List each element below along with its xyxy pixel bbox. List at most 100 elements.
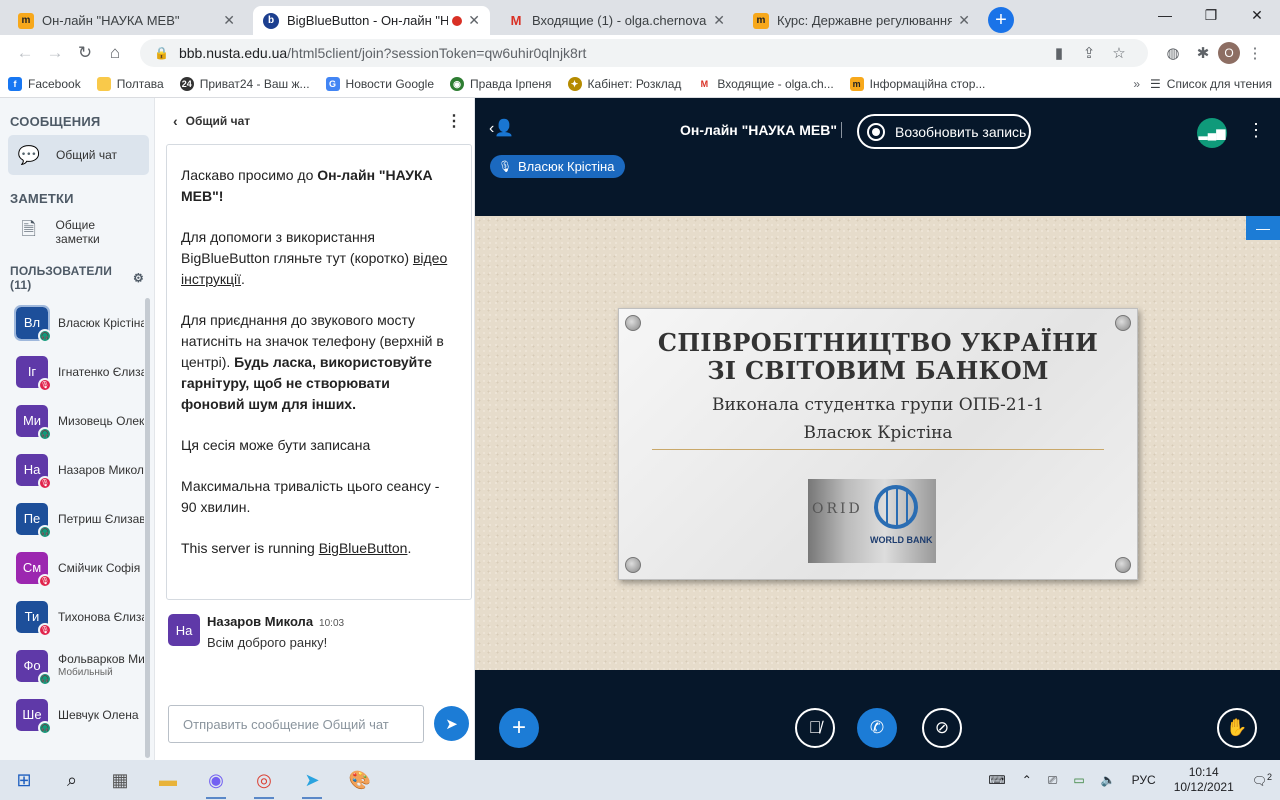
bookmark-star-icon[interactable]: ☆ <box>1104 44 1134 62</box>
phone-icon: ✆ <box>869 718 885 737</box>
user-list-item[interactable]: Ше 🎧 Шевчук Олена <box>0 690 150 739</box>
camera-icon[interactable]: ▮ <box>1044 44 1074 62</box>
avatar: Вл 🎧 <box>14 304 52 343</box>
raise-hand-button[interactable]: ✋ <box>1217 708 1257 748</box>
bookmark-item[interactable]: f Facebook <box>8 77 81 91</box>
windows-start-icon[interactable]: ⊞ <box>0 760 48 800</box>
public-chat-item[interactable]: 💬 Общий чат <box>8 135 149 175</box>
close-tab-icon[interactable]: ✕ <box>468 12 480 29</box>
browser-tab[interactable]: m Он-лайн "НАУКА МЕВ" ✕ <box>8 6 245 35</box>
avatar: Пе 🎧 <box>16 502 52 539</box>
keyboard-icon[interactable]: ⌨ <box>988 773 1005 787</box>
bookmark-item[interactable]: m Інформаційна стор... <box>849 77 985 91</box>
eye-icon: ◉ <box>450 77 465 91</box>
meeting-title: Он-лайн "НАУКА МЕВ" <box>680 122 837 138</box>
chat-options-icon[interactable]: ⋮ <box>446 111 462 131</box>
users-section-title: ПОЛЬЗОВАТЕЛИ (11) ⚙ <box>10 264 144 292</box>
leave-audio-button[interactable]: ✆ <box>857 708 897 748</box>
bookmarks-more-icon[interactable]: » <box>1133 77 1140 91</box>
bookmark-item[interactable]: 24 Приват24 - Ваш ж... <box>179 77 310 91</box>
talking-indicator[interactable]: 🎙 Власюк Крістіна <box>490 155 626 178</box>
device-icon[interactable]: ⎚ <box>1048 773 1058 788</box>
language-indicator[interactable]: РУС <box>1132 773 1156 787</box>
bookmark-item[interactable]: M Входящие - olga.ch... <box>697 77 834 91</box>
resume-recording-button[interactable]: Возобновить запись <box>857 114 1031 149</box>
reading-list-button[interactable]: ☰ Список для чтения <box>1150 77 1272 91</box>
gmail-icon: M <box>510 13 522 28</box>
telegram-icon[interactable]: ➤ <box>288 760 336 800</box>
close-tab-icon[interactable]: ✕ <box>223 12 235 29</box>
send-icon: ➤ <box>445 715 458 733</box>
notifications-icon[interactable]: 🗨2 <box>1252 772 1272 788</box>
screw-decoration <box>625 557 641 573</box>
minimize-window-icon[interactable]: — <box>1142 0 1188 30</box>
paint-icon[interactable]: 🎨 <box>336 760 384 800</box>
chat-message: На Назаров Микола 10:03 Всім доброго ранк… <box>168 614 474 650</box>
user-list-item[interactable]: На 🎙 Назаров Микола <box>0 445 150 494</box>
connection-status-icon[interactable]: ▂▄▆ <box>1197 118 1227 148</box>
chat-message-input[interactable]: Отправить сообщение Общий чат <box>168 705 424 743</box>
slide-title: СПІВРОБІТНИЦТВО УКРАЇНИ ЗІ СВІТОВИМ БАНК… <box>657 328 1099 385</box>
file-explorer-icon[interactable]: ▬ <box>144 760 192 800</box>
user-list-item[interactable]: Іг🎙 Ігнатенко Єлизавета <box>0 347 150 396</box>
share-icon[interactable]: ⇪ <box>1074 44 1104 62</box>
reading-list-icon: ☰ <box>1150 77 1161 91</box>
translate-icon[interactable]: ◍ <box>1158 44 1188 62</box>
back-icon[interactable]: ← <box>10 43 40 63</box>
avatar: На <box>168 614 200 646</box>
profile-avatar[interactable]: O <box>1218 42 1240 64</box>
calculator-icon[interactable]: ▦ <box>96 760 144 800</box>
forward-icon[interactable]: → <box>40 43 70 63</box>
battery-icon[interactable]: ▭ <box>1073 773 1084 787</box>
user-list-item[interactable]: Пе🎧 Петриш Єлизавета <box>0 494 150 543</box>
volume-icon[interactable]: 🔈 <box>1101 773 1116 787</box>
send-message-button[interactable]: ➤ <box>434 706 469 741</box>
microphone-muted-button[interactable]: 🎙̸ <box>795 708 835 748</box>
chrome-icon[interactable]: ◎ <box>240 760 288 800</box>
user-list-item[interactable]: Фо🎧 Фольварков МиколаМобильный <box>0 641 150 690</box>
chevron-up-icon[interactable]: ⌃ <box>1022 773 1032 787</box>
user-list-item[interactable]: Ми🎧 Мизовець Олександр <box>0 396 150 445</box>
new-tab-button[interactable]: + <box>988 7 1014 33</box>
close-tab-icon[interactable]: ✕ <box>713 12 725 29</box>
home-icon[interactable]: ⌂ <box>100 43 130 63</box>
clock[interactable]: 10:14 10/12/2021 <box>1174 765 1234 795</box>
close-tab-icon[interactable]: ✕ <box>958 12 970 29</box>
viber-icon[interactable]: ◉ <box>192 760 240 800</box>
browser-tab-active[interactable]: b BigBlueButton - Он-лайн "НАУКА МЕВ" ✕ <box>253 6 490 35</box>
user-list-item[interactable]: Вл 🎧 Власюк Крістіна <box>0 298 150 347</box>
actions-plus-button[interactable]: + <box>499 708 539 748</box>
shared-notes-item[interactable]: 🗎 Общие заметки <box>8 212 149 252</box>
share-webcam-button[interactable]: ⊘ <box>922 708 962 748</box>
toggle-user-list-icon[interactable]: ‹👤 <box>489 118 514 138</box>
url-input[interactable]: 🔒 bbb.nusta.edu.ua/html5client/join?sess… <box>140 39 1148 67</box>
user-list-item[interactable]: См 🎙 Смійчик Софія <box>0 543 150 592</box>
settings-gear-icon[interactable]: ⚙ <box>133 271 144 285</box>
headphones-icon: 🎧 <box>38 426 52 441</box>
search-icon[interactable]: ⌕ <box>48 760 96 800</box>
muted-microphone-icon: 🎙 <box>38 573 52 588</box>
users-scrollbar[interactable] <box>145 298 150 758</box>
browser-tab[interactable]: M Входящие (1) - olga.chernova19@gmail.c… <box>498 6 735 35</box>
minimize-presentation-button[interactable]: — <box>1246 216 1280 240</box>
browser-menu-icon[interactable]: ⋮ <box>1240 44 1270 62</box>
reload-icon[interactable]: ↻ <box>70 43 100 63</box>
lock-icon[interactable]: 🔒 <box>154 46 169 60</box>
close-window-icon[interactable]: ✕ <box>1234 0 1280 30</box>
screw-decoration <box>625 315 641 331</box>
user-list-item[interactable]: Ти🎙 Тихонова Єлизавета <box>0 592 150 641</box>
bookmark-item[interactable]: ✦ Кабінет: Розклад <box>567 77 681 91</box>
bookmark-item[interactable]: Полтава <box>96 77 164 91</box>
address-bar: ← → ↻ ⌂ 🔒 bbb.nusta.edu.ua/html5client/j… <box>0 35 1280 71</box>
browser-tab[interactable]: m Курс: Державне регулювання міжнародної… <box>743 6 980 35</box>
restore-window-icon[interactable]: ❐ <box>1188 0 1234 30</box>
bigbluebutton-link[interactable]: BigBlueButton <box>319 540 408 556</box>
chevron-left-icon[interactable]: ‹ <box>173 113 178 129</box>
options-menu-icon[interactable]: ⋮ <box>1247 120 1265 141</box>
bookmark-item[interactable]: ◉ Правда Ірпеня <box>450 77 552 91</box>
extensions-icon[interactable]: ✱ <box>1188 44 1218 62</box>
world-bank-logo-image: ORID WORLD BANK <box>808 479 936 563</box>
users-list: Вл🎧 Власюк Крістіна Іг🎙 Ігнатенко Єлизавета… <box>0 298 150 760</box>
screw-decoration <box>1115 315 1131 331</box>
bookmark-item[interactable]: G Новости Google <box>325 77 434 91</box>
